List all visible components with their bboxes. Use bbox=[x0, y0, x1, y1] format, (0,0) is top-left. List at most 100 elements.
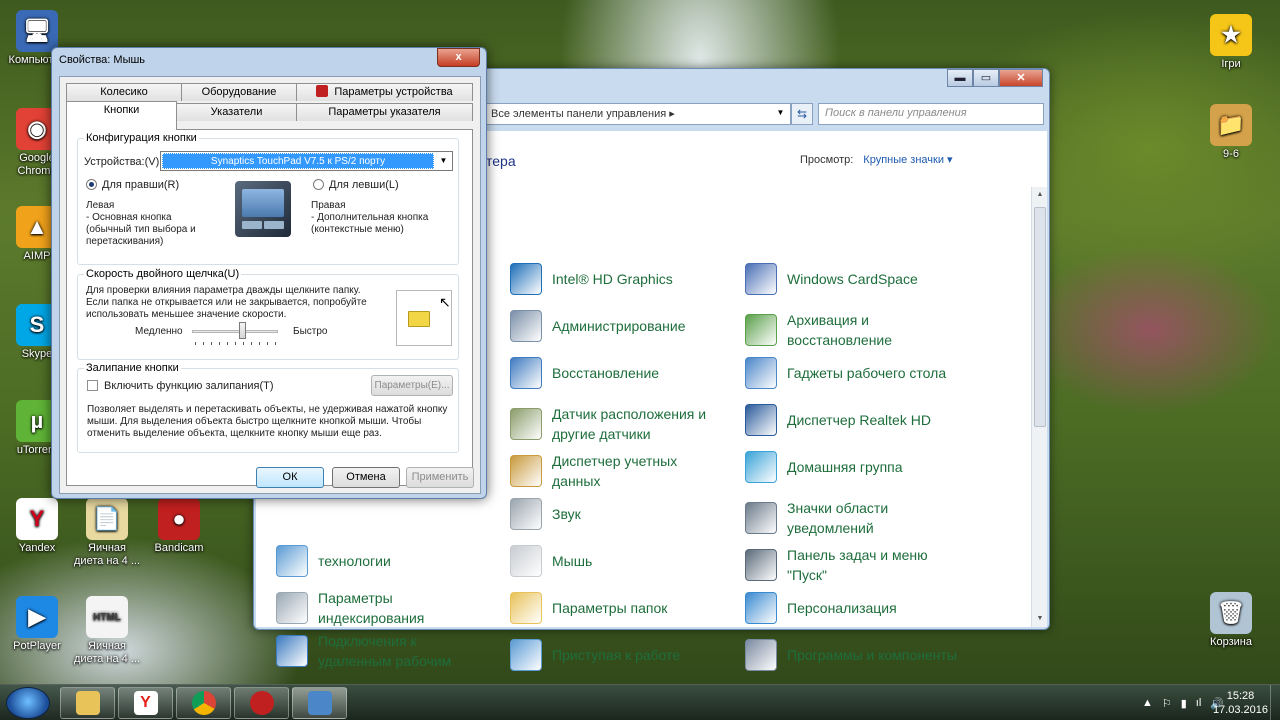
left-button-title: Левая bbox=[86, 200, 115, 211]
right-button-desc: - Дополнительная кнопка (контекстные мен… bbox=[311, 212, 429, 235]
control-panel-item[interactable]: Приступая к работе bbox=[510, 639, 727, 671]
view-value[interactable]: Крупные значки ▾ bbox=[863, 154, 952, 166]
dialog-body: Колесико Оборудование Параметры устройст… bbox=[59, 76, 481, 494]
left-handed-label[interactable]: Для левши(L) bbox=[329, 179, 399, 191]
close-button[interactable]: ✕ bbox=[999, 69, 1043, 87]
cursor-icon: ↖ bbox=[439, 294, 451, 310]
start-button[interactable] bbox=[6, 687, 50, 719]
control-panel-item-label: Звук bbox=[552, 506, 581, 522]
tab-buttons[interactable]: Кнопки bbox=[66, 101, 177, 130]
control-panel-item-icon bbox=[745, 549, 777, 581]
tab-pointers[interactable]: Указатели bbox=[176, 103, 297, 121]
control-panel-item[interactable]: Мышь bbox=[510, 545, 727, 577]
refresh-icon[interactable]: ⇆ bbox=[791, 103, 813, 125]
control-panel-item[interactable]: Звук bbox=[510, 498, 727, 530]
minimize-button[interactable]: ▬ bbox=[947, 69, 973, 87]
taskbar-yandex[interactable]: Y bbox=[118, 687, 173, 719]
desktop-shortcut[interactable]: Y Yandex bbox=[2, 498, 72, 555]
click-lock-checkbox[interactable] bbox=[87, 380, 98, 391]
chevron-down-icon[interactable]: ▼ bbox=[435, 152, 452, 170]
desktop-shortcut[interactable]: ● Bandicam bbox=[144, 498, 214, 555]
control-panel-item[interactable]: Диспетчер учетных данных bbox=[510, 451, 727, 491]
clock[interactable]: 15:28 17.03.2016 bbox=[1213, 689, 1268, 717]
address-dropdown-icon[interactable]: ▼ bbox=[770, 103, 791, 125]
taskbar: Y ▲ ⚐ ▮ ıl 🔊 15:28 17.03.2016 bbox=[0, 684, 1280, 720]
control-panel-item-icon bbox=[510, 592, 542, 624]
tray-icon[interactable]: ▮ bbox=[1181, 697, 1187, 710]
tab-device-settings[interactable]: Параметры устройства bbox=[296, 83, 473, 101]
control-panel-item[interactable]: технологии bbox=[276, 545, 493, 577]
address-bar[interactable]: Все элементы панели управления ▸ bbox=[486, 103, 791, 125]
tab-panel-buttons: Конфигурация кнопки Устройства:(V) Synap… bbox=[66, 129, 473, 486]
taskbar-chrome[interactable] bbox=[176, 687, 231, 719]
tab-wheel[interactable]: Колесико bbox=[66, 83, 182, 101]
control-panel-item-label: Гаджеты рабочего стола bbox=[787, 365, 947, 381]
view-selector[interactable]: Просмотр: Крупные значки ▾ bbox=[800, 153, 953, 166]
tab-device-settings-label: Параметры устройства bbox=[334, 86, 453, 98]
desktop-shortcut[interactable]: HTML Яичная диета на 4 ... bbox=[72, 596, 142, 666]
control-panel-item[interactable]: Значки области уведомлений bbox=[745, 498, 962, 538]
maximize-button[interactable]: ▭ bbox=[973, 69, 999, 87]
html-file-icon: HTML bbox=[86, 596, 128, 638]
control-panel-item-icon bbox=[510, 263, 542, 295]
ok-button[interactable]: ОК bbox=[256, 467, 324, 488]
scroll-thumb[interactable] bbox=[1034, 207, 1046, 427]
control-panel-item[interactable]: Подключения к удаленным рабочим bbox=[276, 631, 493, 671]
double-click-speed-slider[interactable] bbox=[192, 321, 278, 347]
tab-hardware[interactable]: Оборудование bbox=[181, 83, 297, 101]
tray-icon[interactable]: ıl bbox=[1196, 697, 1202, 710]
control-panel-item[interactable]: Домашняя группа bbox=[745, 451, 962, 483]
control-panel-item[interactable]: Intel® HD Graphics bbox=[510, 263, 727, 295]
control-panel-item[interactable]: Диспетчер Realtek HD bbox=[745, 404, 962, 436]
device-select[interactable]: Synaptics TouchPad V7.5 к PS/2 порту ▼ bbox=[160, 151, 453, 171]
tab-pointer-options[interactable]: Параметры указателя bbox=[296, 103, 473, 121]
left-handed-radio[interactable] bbox=[313, 179, 324, 190]
right-handed-radio[interactable] bbox=[86, 179, 97, 190]
slider-tick bbox=[211, 342, 212, 345]
desktop-shortcut[interactable]: 📁 9-6 bbox=[1196, 104, 1266, 161]
taskbar-bandicam[interactable] bbox=[234, 687, 289, 719]
desktop-shortcut-label: Ігри bbox=[1221, 58, 1241, 70]
control-panel-item[interactable]: Windows CardSpace bbox=[745, 263, 962, 295]
apply-button[interactable]: Применить bbox=[406, 467, 474, 488]
right-handed-label[interactable]: Для правши(R) bbox=[102, 179, 179, 191]
dialog-close-button[interactable]: x bbox=[437, 48, 480, 67]
double-click-group: Скорость двойного щелчка(U) Для проверки… bbox=[77, 268, 459, 360]
cancel-button[interactable]: Отмена bbox=[332, 467, 400, 488]
control-panel-item[interactable]: Гаджеты рабочего стола bbox=[745, 357, 962, 389]
control-panel-item[interactable]: Персонализация bbox=[745, 592, 962, 624]
tray-icon[interactable]: ⚐ bbox=[1162, 697, 1172, 710]
click-lock-params-button[interactable]: Параметры(E)... bbox=[371, 375, 453, 396]
control-panel-item[interactable]: Панель задач и меню "Пуск" bbox=[745, 545, 962, 585]
desktop-shortcut[interactable]: 🗑 Корзина bbox=[1196, 592, 1266, 649]
tray-icon[interactable]: ▲ bbox=[1142, 697, 1153, 710]
control-panel-item[interactable]: Датчик расположения и другие датчики bbox=[510, 404, 727, 444]
slider-tick bbox=[195, 342, 196, 345]
control-panel-item[interactable]: Параметры индексирования bbox=[276, 588, 493, 628]
desktop-shortcut[interactable]: ★ Ігри bbox=[1196, 14, 1266, 71]
double-click-desc: Для проверки влияния параметра дважды ще… bbox=[86, 285, 367, 320]
taskbar-control-panel[interactable] bbox=[292, 687, 347, 719]
desktop-shortcut[interactable]: ▶ PotPlayer bbox=[2, 596, 72, 653]
taskbar-explorer[interactable] bbox=[60, 687, 115, 719]
control-panel-item-icon bbox=[510, 310, 542, 342]
test-folder[interactable]: ↖ bbox=[396, 290, 452, 346]
dialog-title: Свойства: Мышь bbox=[59, 54, 146, 66]
control-panel-item[interactable]: Программы и компоненты bbox=[745, 639, 962, 671]
scroll-up-icon[interactable]: ▲ bbox=[1032, 187, 1048, 203]
search-input[interactable]: Поиск в панели управления bbox=[818, 103, 1044, 125]
control-panel-item-icon bbox=[276, 592, 308, 624]
control-panel-item-label: Архивация и восстановление bbox=[787, 312, 893, 348]
scrollbar[interactable]: ▲ ▼ bbox=[1031, 187, 1047, 627]
show-desktop-button[interactable] bbox=[1270, 685, 1280, 720]
slider-thumb[interactable] bbox=[239, 322, 246, 339]
control-panel-item[interactable]: Администрирование bbox=[510, 310, 727, 342]
scroll-down-icon[interactable]: ▼ bbox=[1032, 611, 1048, 627]
recycle-bin-icon: 🗑 bbox=[1210, 592, 1252, 634]
click-lock-label[interactable]: Включить функцию залипания(T) bbox=[104, 380, 274, 392]
slider-tick bbox=[267, 342, 268, 345]
desktop-shortcut[interactable]: 📄 Яичная диета на 4 ... bbox=[72, 498, 142, 568]
control-panel-item[interactable]: Архивация и восстановление bbox=[745, 310, 962, 350]
control-panel-item[interactable]: Параметры папок bbox=[510, 592, 727, 624]
control-panel-item[interactable]: Восстановление bbox=[510, 357, 727, 389]
